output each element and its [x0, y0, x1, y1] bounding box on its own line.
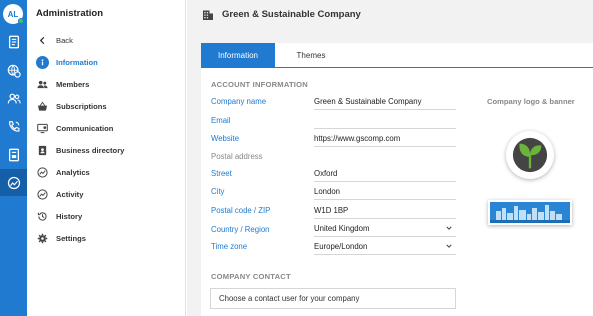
members-icon — [36, 78, 49, 91]
main-content: Green & Sustainable Company Information … — [187, 0, 593, 316]
document-icon[interactable] — [0, 28, 27, 55]
postal-address-label: Postal address — [211, 152, 263, 161]
globe-settings-icon[interactable] — [0, 57, 27, 84]
country-value: United Kingdom — [314, 223, 370, 233]
company-name-label: Company name — [211, 97, 267, 106]
sidebar-item-communication[interactable]: Communication — [36, 119, 113, 137]
user-avatar[interactable]: AL — [3, 4, 24, 24]
country-select[interactable]: United Kingdom — [314, 220, 456, 237]
sidebar-item-label: Subscriptions — [56, 101, 107, 111]
sidebar-item-label: History — [56, 211, 83, 221]
report-icon[interactable] — [0, 141, 27, 168]
sidebar-item-subscriptions[interactable]: Subscriptions — [36, 97, 107, 115]
sidebar-item-analytics[interactable]: Analytics — [36, 163, 90, 181]
sidebar-item-business-directory[interactable]: Business directory — [36, 141, 124, 159]
avatar-initials: AL — [7, 9, 19, 19]
company-info-card: Information Themes ACCOUNT INFORMATION C… — [201, 43, 593, 316]
city-label: City — [211, 187, 225, 196]
sidebar-item-label: Activity — [56, 189, 84, 199]
sidebar-item-label: Settings — [56, 233, 86, 243]
street-field[interactable]: Oxford — [314, 165, 456, 182]
sidebar-item-label: Communication — [56, 123, 114, 133]
sidebar-item-activity[interactable]: Activity — [36, 185, 83, 203]
postal-code-field[interactable]: W1D 1BP — [314, 202, 456, 219]
contact-section-title: COMPANY CONTACT — [211, 272, 291, 281]
account-section-title: ACCOUNT INFORMATION — [211, 80, 308, 89]
city-field[interactable]: London — [314, 183, 456, 200]
basket-icon — [36, 100, 49, 113]
sidebar-item-label: Members — [56, 79, 90, 89]
sidebar-item-label: Business directory — [56, 145, 125, 155]
page-header: Green & Sustainable Company — [187, 0, 593, 29]
sidebar-item-members[interactable]: Members — [36, 75, 89, 93]
sidebar-item-settings[interactable]: Settings — [36, 229, 86, 247]
contact-user-select[interactable]: Choose a contact user for your company — [210, 288, 456, 309]
company-name-field[interactable]: Green & Sustainable Company — [314, 93, 456, 110]
online-status-dot — [18, 18, 24, 24]
sidebar-item-information[interactable]: Information — [36, 53, 98, 71]
analytics-icon — [36, 166, 49, 179]
sidebar-item-label: Information — [56, 57, 98, 67]
app-rail: AL — [0, 0, 27, 316]
street-label: Street — [211, 169, 232, 178]
chevron-left-icon — [36, 34, 49, 47]
admin-icon[interactable] — [0, 169, 27, 196]
logo-banner-label: Company logo & banner — [487, 97, 575, 106]
timezone-select[interactable]: Europe/London — [314, 238, 456, 255]
back-link[interactable]: Back — [36, 31, 73, 49]
timezone-label: Time zone — [211, 242, 248, 251]
company-banner[interactable] — [488, 200, 572, 225]
directory-icon — [36, 144, 49, 157]
company-logo[interactable] — [506, 131, 554, 179]
email-label: Email — [211, 116, 231, 125]
activity-icon — [36, 188, 49, 201]
gear-icon — [36, 232, 49, 245]
back-label: Back — [56, 35, 73, 45]
admin-sidebar: Administration Back Information Members … — [27, 0, 186, 316]
phone-icon[interactable] — [0, 113, 27, 140]
tab-themes[interactable]: Themes — [275, 43, 347, 67]
city-banner-icon — [490, 202, 570, 223]
chevron-down-icon — [446, 226, 452, 230]
chevron-down-icon — [446, 244, 452, 248]
communication-icon — [36, 122, 49, 135]
info-icon — [36, 55, 49, 69]
building-icon — [203, 10, 213, 20]
sidebar-item-history[interactable]: History — [36, 207, 82, 225]
history-icon — [36, 210, 49, 223]
page-title: Green & Sustainable Company — [222, 9, 361, 20]
country-label: Country / Region — [211, 225, 270, 234]
sidebar-title: Administration — [36, 8, 104, 19]
users-icon[interactable] — [0, 85, 27, 112]
tab-information[interactable]: Information — [201, 43, 275, 67]
tab-underline — [201, 67, 593, 68]
sidebar-item-label: Analytics — [56, 167, 90, 177]
email-field[interactable] — [314, 112, 456, 129]
timezone-value: Europe/London — [314, 241, 368, 251]
website-label: Website — [211, 134, 240, 143]
leaf-logo-icon — [512, 137, 548, 173]
website-field[interactable]: https://www.gscomp.com — [314, 130, 456, 147]
postal-code-label: Postal code / ZIP — [211, 206, 271, 215]
